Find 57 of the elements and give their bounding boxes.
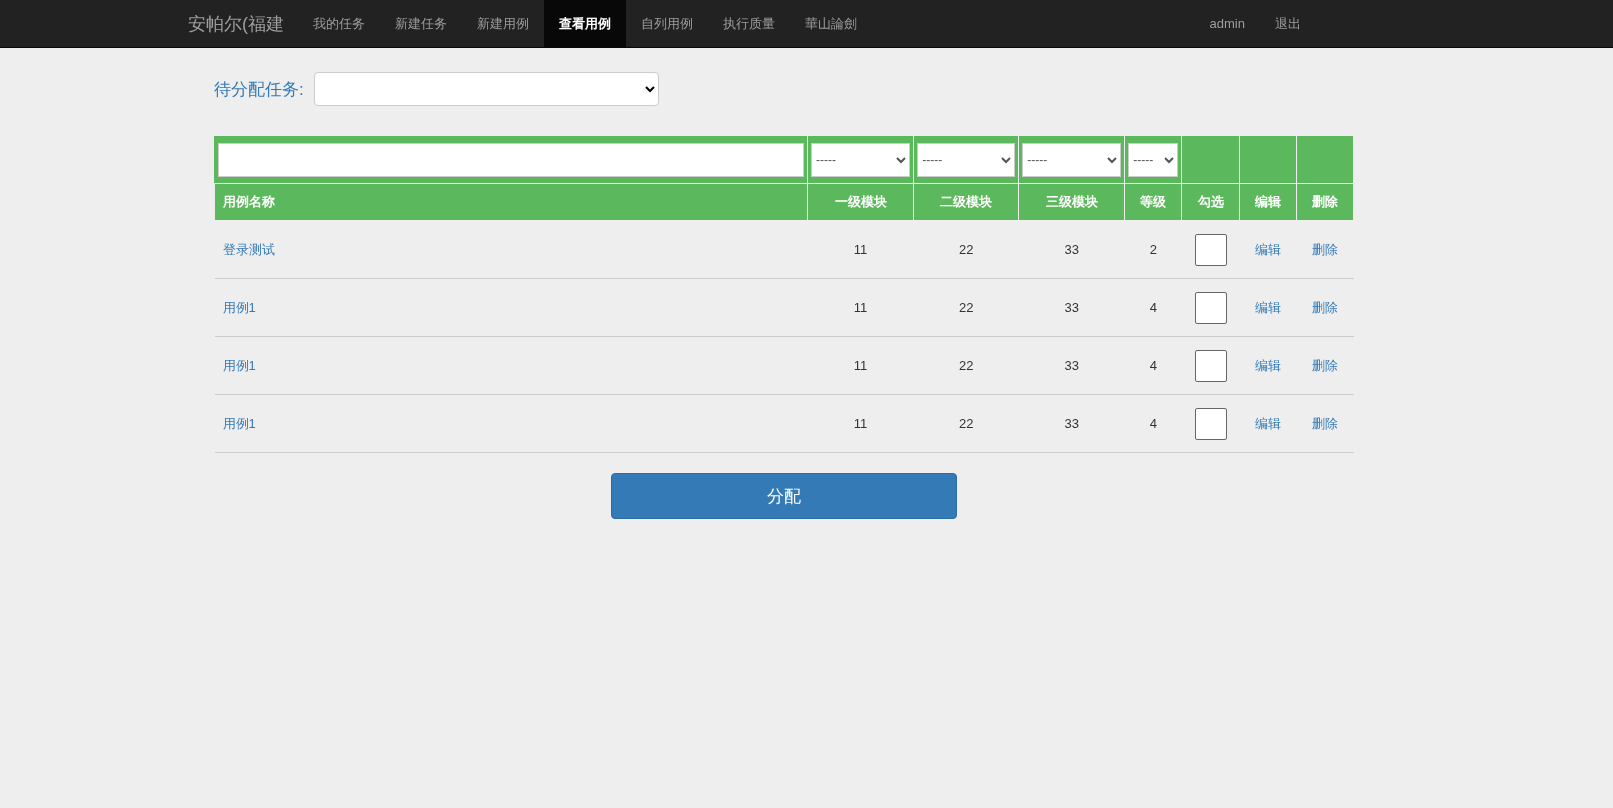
nav-link[interactable]: 我的任务 — [298, 0, 380, 47]
table-cell: 22 — [913, 336, 1019, 395]
column-header: 二级模块 — [913, 183, 1019, 221]
column-header: 删除 — [1296, 183, 1354, 221]
table-cell: 11 — [807, 220, 914, 279]
filter-dropdown[interactable]: ----- — [1128, 143, 1179, 177]
assign-button[interactable]: 分配 — [611, 473, 957, 519]
table-cell: 33 — [1018, 278, 1125, 337]
edit-link[interactable]: 编辑 — [1254, 415, 1281, 431]
case-link[interactable]: 用例1 — [222, 415, 256, 431]
column-header: 用例名称 — [214, 183, 808, 221]
table-cell: 4 — [1124, 394, 1182, 453]
table-cell: 22 — [913, 278, 1019, 337]
table-cell: 2 — [1124, 220, 1182, 279]
column-header: 勾选 — [1181, 183, 1240, 221]
checkbox[interactable] — [1194, 291, 1227, 324]
table-cell: 22 — [913, 394, 1019, 453]
checkbox[interactable] — [1194, 349, 1227, 382]
table-cell: 11 — [807, 394, 914, 453]
table-cell: 11 — [807, 278, 914, 337]
column-header: 一级模块 — [807, 183, 914, 221]
nav-link[interactable]: 新建任务 — [380, 0, 462, 47]
column-header: 编辑 — [1239, 183, 1297, 221]
filter-dropdown[interactable]: ----- — [917, 143, 1016, 177]
delete-link[interactable]: 删除 — [1311, 357, 1338, 373]
nav-link[interactable]: 查看用例 — [544, 0, 626, 47]
delete-link[interactable]: 删除 — [1311, 241, 1338, 257]
brand-link[interactable]: 安帕尔(福建 — [188, 0, 298, 47]
nav-link[interactable]: admin — [1194, 0, 1260, 47]
filter-dropdown[interactable]: ----- — [1022, 143, 1122, 177]
nav-link[interactable]: 新建用例 — [462, 0, 544, 47]
table-cell: 33 — [1018, 220, 1125, 279]
delete-link[interactable]: 删除 — [1311, 299, 1338, 315]
filter-dropdown[interactable]: ----- — [811, 143, 911, 177]
nav-link[interactable]: 自列用例 — [626, 0, 708, 47]
edit-link[interactable]: 编辑 — [1254, 241, 1281, 257]
table-cell: 11 — [807, 336, 914, 395]
edit-link[interactable]: 编辑 — [1254, 357, 1281, 373]
checkbox[interactable] — [1194, 407, 1227, 440]
nav-link[interactable]: 華山論劍 — [790, 0, 872, 47]
case-link[interactable]: 用例1 — [222, 299, 256, 315]
nav-link[interactable]: 退出 — [1260, 0, 1316, 47]
nav-link[interactable]: 执行质量 — [708, 0, 790, 47]
table-cell: 33 — [1018, 394, 1125, 453]
table-cell: 22 — [913, 220, 1019, 279]
case-link[interactable]: 用例1 — [222, 357, 256, 373]
delete-link[interactable]: 删除 — [1311, 415, 1338, 431]
checkbox[interactable] — [1194, 233, 1227, 266]
edit-link[interactable]: 编辑 — [1254, 299, 1281, 315]
table-cell: 4 — [1124, 336, 1182, 395]
column-header: 等级 — [1124, 183, 1182, 221]
task-label: 待分配任务: — [214, 78, 304, 101]
table-cell: 33 — [1018, 336, 1125, 395]
filter-input[interactable] — [218, 143, 805, 177]
case-link[interactable]: 登录测试 — [222, 241, 275, 257]
column-header: 三级模块 — [1018, 183, 1125, 221]
table-cell: 4 — [1124, 278, 1182, 337]
